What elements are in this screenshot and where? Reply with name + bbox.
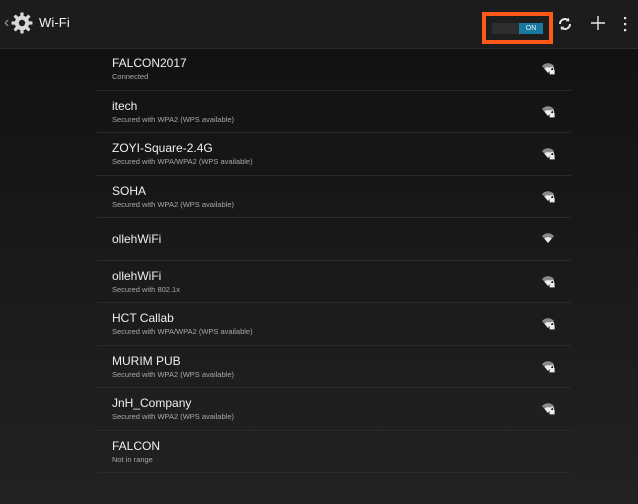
- network-ssid: ollehWiFi: [112, 268, 162, 283]
- network-row[interactable]: ollehWiFi: [97, 218, 571, 261]
- wifi-toggle-thumb[interactable]: ON: [519, 23, 543, 34]
- wifi-signal-locked-icon: [542, 105, 555, 117]
- network-ssid: FALCON2017: [112, 56, 187, 70]
- wifi-toggle-highlight: ON: [482, 12, 553, 44]
- wifi-signal-locked-icon: [542, 318, 555, 330]
- wifi-network-list: FALCON2017 Connected itech Secured with …: [0, 48, 638, 473]
- network-row[interactable]: ZOYI-Square-2.4G Secured with WPA/WPA2 (…: [97, 133, 571, 176]
- network-status: Secured with WPA/WPA2 (WPS available): [112, 157, 253, 166]
- network-status: Secured with WPA/WPA2 (WPS available): [112, 327, 253, 336]
- wifi-signal-locked-icon: [542, 190, 555, 202]
- wifi-toggle[interactable]: ON: [492, 23, 543, 34]
- wifi-settings-screen: ‹ Wi-Fi ON FALCON2017 Connected itech Se…: [0, 0, 638, 504]
- network-ssid: SOHA: [112, 183, 147, 198]
- overflow-menu-icon[interactable]: [622, 15, 628, 33]
- wifi-signal-locked-icon: [542, 275, 555, 287]
- network-row[interactable]: MURIM PUB Secured with WPA2 (WPS availab…: [97, 346, 571, 388]
- settings-gear-icon[interactable]: [10, 11, 34, 35]
- wifi-signal-locked-icon: [542, 403, 555, 415]
- network-row[interactable]: itech Secured with WPA2 (WPS available): [97, 91, 571, 133]
- network-row[interactable]: FALCON Not in range: [97, 431, 571, 473]
- network-status: Secured with WPA2 (WPS available): [112, 199, 234, 209]
- wifi-signal-locked-icon: [542, 63, 555, 75]
- action-bar: ‹ Wi-Fi ON: [0, 0, 638, 49]
- network-ssid: FALCON: [112, 438, 161, 453]
- network-ssid: HCT Callab: [112, 311, 174, 325]
- network-status: Secured with 802.1x: [112, 284, 180, 294]
- wps-scan-icon[interactable]: [556, 15, 574, 33]
- network-row[interactable]: FALCON2017 Connected: [97, 48, 571, 91]
- network-ssid: ollehWiFi: [112, 232, 162, 246]
- add-network-icon[interactable]: [589, 14, 607, 32]
- network-row[interactable]: SOHA Secured with WPA2 (WPS available): [97, 176, 571, 218]
- network-row[interactable]: ollehWiFi Secured with 802.1x: [97, 261, 571, 303]
- network-row[interactable]: JnH_Company Secured with WPA2 (WPS avail…: [97, 388, 571, 431]
- network-ssid: itech: [112, 98, 138, 113]
- network-status: Not in range: [112, 454, 153, 464]
- wifi-signal-open-icon: [542, 233, 554, 243]
- network-row[interactable]: HCT Callab Secured with WPA/WPA2 (WPS av…: [97, 303, 571, 346]
- network-status: Secured with WPA2 (WPS available): [112, 114, 234, 124]
- network-ssid: JnH_Company: [112, 396, 192, 410]
- network-ssid: ZOYI-Square-2.4G: [112, 141, 213, 155]
- network-status: Connected: [112, 72, 149, 81]
- wifi-signal-locked-icon: [542, 148, 555, 160]
- up-caret-icon[interactable]: ‹: [4, 15, 9, 31]
- network-status: Secured with WPA2 (WPS available): [112, 412, 234, 421]
- page-title: Wi-Fi: [39, 15, 70, 30]
- network-ssid: MURIM PUB: [112, 353, 181, 368]
- network-status: Secured with WPA2 (WPS available): [112, 369, 234, 379]
- wifi-signal-locked-icon: [542, 360, 555, 372]
